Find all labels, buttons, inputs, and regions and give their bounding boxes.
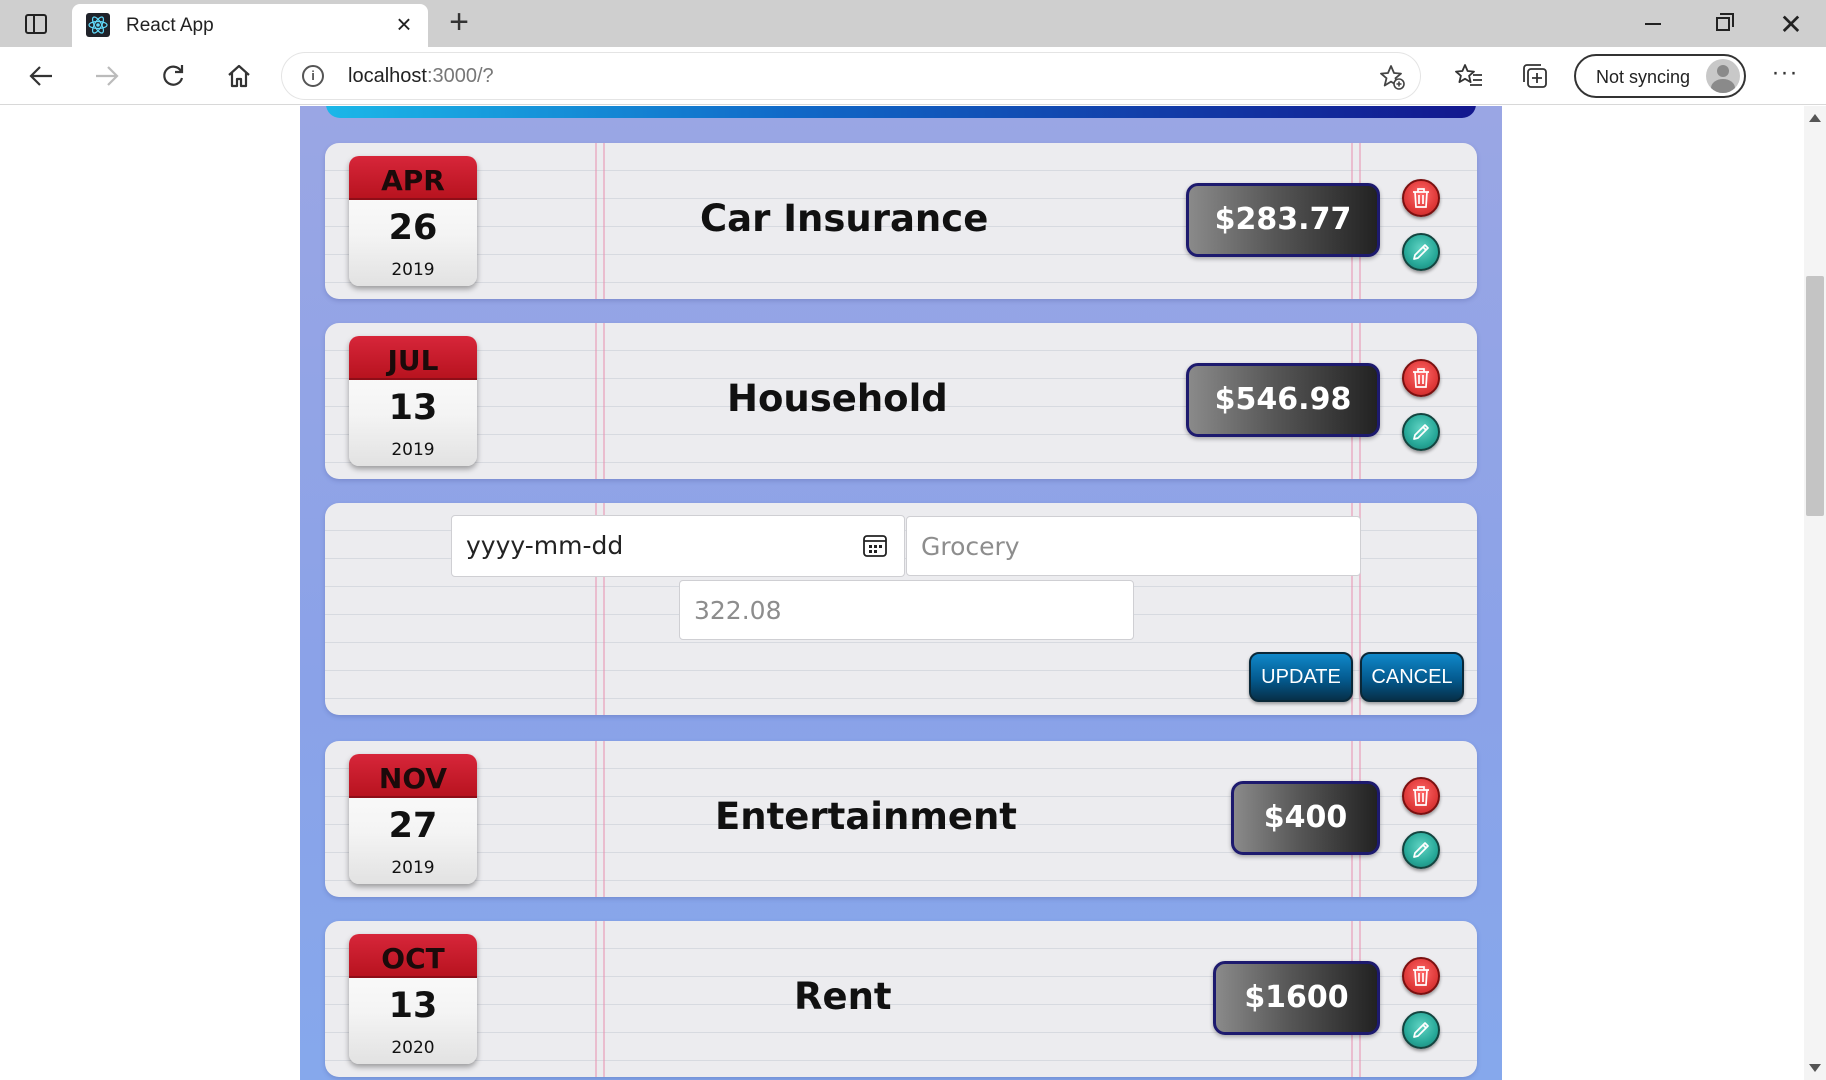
update-button[interactable]: UPDATE — [1249, 652, 1353, 702]
tab-actions-icon — [25, 14, 47, 34]
react-logo-icon — [86, 13, 110, 37]
trash-icon — [1413, 368, 1429, 388]
address-bar[interactable]: i localhost:3000/? — [282, 53, 1420, 99]
expense-year: 2019 — [391, 858, 435, 878]
add-favorite-icon[interactable] — [1378, 63, 1406, 91]
pencil-icon — [1413, 244, 1429, 260]
delete-button[interactable] — [1402, 777, 1440, 815]
url-text[interactable]: localhost:3000/? — [348, 65, 494, 88]
expense-title: Household — [727, 377, 948, 420]
favorites-icon — [1455, 64, 1482, 86]
close-window-button[interactable]: ✕ — [1766, 8, 1816, 40]
expense-year: 2020 — [391, 1038, 435, 1058]
back-button[interactable] — [22, 58, 60, 94]
delete-button[interactable] — [1402, 179, 1440, 217]
expense-date: NOV 27 2019 — [349, 754, 477, 884]
expense-title: Rent — [794, 975, 892, 1018]
delete-button[interactable] — [1402, 957, 1440, 995]
trash-icon — [1413, 786, 1429, 806]
expense-app: APR 26 2019 Car Insurance $283.77 JUL 13… — [300, 106, 1502, 1080]
minimize-icon — [1645, 23, 1661, 25]
header-gradient-bar — [326, 106, 1476, 118]
edit-button[interactable] — [1402, 831, 1440, 869]
expense-amount: $283.77 — [1186, 183, 1380, 257]
avatar — [1706, 59, 1740, 93]
site-info-icon[interactable]: i — [302, 65, 324, 87]
expense-day: 27 — [388, 806, 438, 846]
expense-amount: $1600 — [1213, 961, 1380, 1035]
expense-title: Entertainment — [715, 795, 1017, 838]
tab-title: React App — [126, 15, 214, 36]
collections-icon — [1523, 64, 1547, 88]
expense-day: 26 — [388, 208, 438, 248]
scroll-up-arrow-icon[interactable] — [1809, 114, 1821, 122]
expense-month: NOV — [349, 754, 477, 798]
edit-button[interactable] — [1402, 233, 1440, 271]
sync-status-label: Not syncing — [1596, 67, 1691, 87]
scrollbar-thumb[interactable] — [1806, 276, 1824, 516]
edit-button[interactable] — [1402, 413, 1440, 451]
collections-button[interactable] — [1516, 58, 1554, 94]
home-button[interactable] — [220, 58, 258, 94]
scroll-down-arrow-icon[interactable] — [1809, 1064, 1821, 1072]
favorites-button[interactable] — [1450, 58, 1488, 94]
expense-month: APR — [349, 156, 477, 200]
minimize-button[interactable] — [1628, 8, 1678, 40]
cancel-button[interactable]: CANCEL — [1360, 652, 1464, 702]
amount-input[interactable]: 322.08 — [679, 580, 1134, 640]
refresh-button[interactable] — [154, 58, 192, 94]
pencil-icon — [1413, 424, 1429, 440]
url-host: localhost — [348, 65, 427, 87]
date-input-text: yyyy-mm-dd — [466, 531, 624, 560]
browser-tab-strip: React App × + ✕ — [0, 0, 1826, 47]
profile-sync-button[interactable]: Not syncing — [1574, 54, 1746, 98]
home-icon — [228, 64, 250, 88]
expense-item-rent: OCT 13 2020 Rent $1600 — [325, 921, 1477, 1077]
browser-toolbar: i localhost:3000/? Not syncing ··· — [0, 47, 1826, 105]
trash-icon — [1413, 188, 1429, 208]
pencil-icon — [1413, 1022, 1429, 1038]
tab-actions-button[interactable] — [14, 10, 58, 38]
expense-day: 13 — [388, 388, 438, 428]
expense-date: JUL 13 2019 — [349, 336, 477, 466]
page-scrollbar[interactable] — [1804, 106, 1826, 1080]
edit-expense-form: yyyy-mm-dd Grocery 322.08 UPDATE CANCEL — [325, 503, 1477, 715]
expense-item-car-insurance: APR 26 2019 Car Insurance $283.77 — [325, 143, 1477, 299]
delete-button[interactable] — [1402, 359, 1440, 397]
expense-item-household: JUL 13 2019 Household $546.98 — [325, 323, 1477, 479]
refresh-icon — [163, 65, 184, 86]
expense-date: OCT 13 2020 — [349, 934, 477, 1064]
close-tab-icon[interactable]: × — [390, 10, 418, 38]
title-input[interactable]: Grocery — [906, 516, 1361, 576]
expense-item-entertainment: NOV 27 2019 Entertainment $400 — [325, 741, 1477, 897]
forward-arrow-icon — [96, 66, 119, 86]
restore-button[interactable] — [1698, 8, 1748, 40]
page-viewport: APR 26 2019 Car Insurance $283.77 JUL 13… — [0, 106, 1804, 1080]
restore-icon — [1716, 13, 1734, 31]
expense-month: JUL — [349, 336, 477, 380]
expense-title: Car Insurance — [700, 197, 989, 240]
forward-button[interactable] — [88, 58, 126, 94]
expense-year: 2019 — [391, 440, 435, 460]
new-tab-button[interactable]: + — [442, 5, 476, 40]
back-arrow-icon — [29, 66, 52, 86]
browser-tab[interactable]: React App × — [72, 4, 428, 47]
pencil-icon — [1413, 842, 1429, 858]
settings-more-button[interactable]: ··· — [1766, 58, 1804, 94]
url-path: :3000/? — [426, 65, 494, 87]
expense-month: OCT — [349, 934, 477, 978]
expense-amount: $400 — [1231, 781, 1380, 855]
calendar-icon[interactable] — [862, 533, 888, 559]
date-input[interactable]: yyyy-mm-dd — [451, 515, 905, 577]
expense-day: 13 — [388, 986, 438, 1026]
trash-icon — [1413, 966, 1429, 986]
expense-date: APR 26 2019 — [349, 156, 477, 286]
expense-year: 2019 — [391, 260, 435, 280]
edit-button[interactable] — [1402, 1011, 1440, 1049]
expense-amount: $546.98 — [1186, 363, 1380, 437]
